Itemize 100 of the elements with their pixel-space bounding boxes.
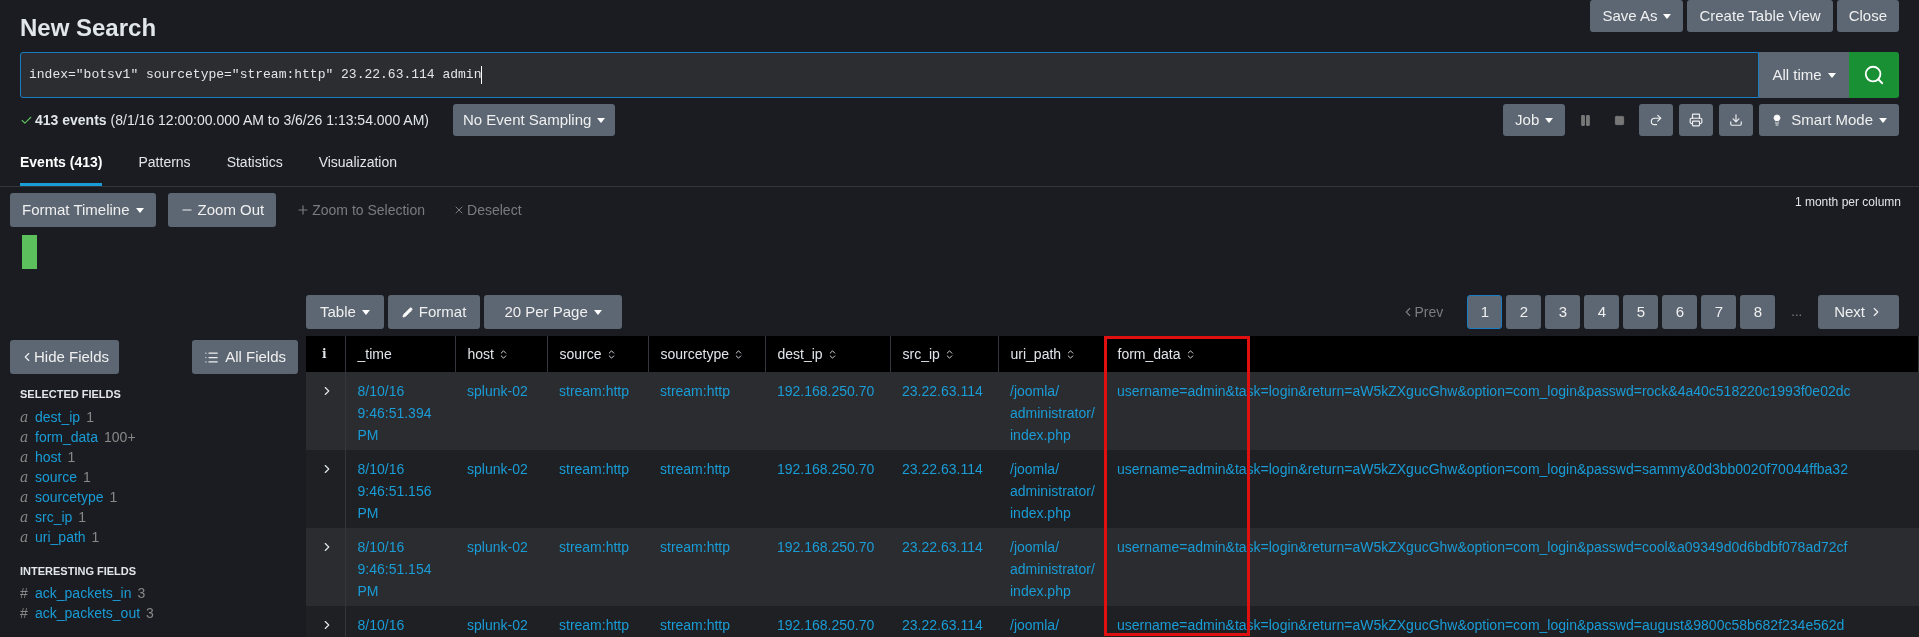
table-cell-text: stream:http — [559, 382, 631, 401]
table-cell-text: 8/10/16 9:46:51.156 PM — [357, 460, 433, 523]
field-type-icon: a — [20, 526, 29, 548]
format-button[interactable]: Format — [387, 295, 481, 329]
table-cell-text: splunk-02 — [467, 538, 529, 557]
caret-icon — [1545, 117, 1554, 123]
prev-page-button[interactable]: Prev — [1400, 301, 1444, 323]
field-count: 100+ — [104, 427, 136, 447]
field-count: 1 — [86, 407, 94, 427]
table-cell-text: 192.168.250.70 — [777, 460, 876, 479]
page-title: New Search — [20, 13, 157, 43]
time-range-text: (8/1/16 12:00:00.000 AM to 3/6/26 1:13:54.000 AM) — [110, 110, 429, 130]
field-type-icon: a — [20, 426, 29, 448]
tab[interactable]: Patterns — [138, 148, 191, 186]
header-button[interactable]: Create Table View — [1687, 0, 1833, 32]
field-count: 1 — [78, 507, 87, 527]
page-button[interactable]: 7 — [1701, 295, 1737, 329]
pencil-icon — [401, 306, 413, 318]
page-button[interactable]: 6 — [1662, 295, 1698, 329]
table-cell-text: 23.22.63.114 — [902, 538, 984, 557]
per-page-dropdown[interactable]: 20 Per Page — [484, 295, 622, 329]
table-cell-text: 23.22.63.114 — [902, 616, 984, 635]
field-link[interactable]: host — [35, 446, 62, 468]
table-cell-text: splunk-02 — [467, 616, 529, 635]
column-header[interactable]: _time — [345, 343, 404, 365]
sampling-dropdown[interactable]: No Event Sampling — [452, 104, 616, 136]
column-header[interactable]: sourcetype — [648, 343, 756, 365]
field-link[interactable]: source — [35, 466, 78, 488]
field-count: 1 — [109, 487, 118, 507]
timeline-bar — [22, 235, 37, 269]
field-link[interactable]: sourcetype — [35, 486, 104, 508]
header-button[interactable]: Save As — [1590, 0, 1684, 32]
timeline-scale-label: 1 month per column — [1794, 194, 1901, 211]
field-link[interactable]: dest_ip — [35, 406, 81, 428]
page-button[interactable]: 2 — [1506, 295, 1542, 329]
column-header[interactable]: src_ip — [890, 343, 967, 365]
page-button[interactable]: 5 — [1623, 295, 1659, 329]
table-cell-text: 192.168.250.70 — [777, 382, 876, 401]
hide-fields-button[interactable]: Hide Fields — [10, 340, 120, 374]
share-button[interactable] — [1639, 104, 1674, 136]
page-button[interactable]: 3 — [1545, 295, 1581, 329]
format-timeline-button[interactable]: Format Timeline — [10, 193, 156, 227]
search-field[interactable]: index="botsv1" sourcetype="stream:http" 23.22.63.114 admin — [20, 52, 1759, 98]
job-dropdown[interactable]: Job — [1503, 104, 1566, 136]
sort-icon — [733, 348, 744, 360]
deselect-button[interactable]: Deselect — [445, 199, 530, 221]
page-button[interactable]: 1 — [1467, 295, 1503, 329]
column-header[interactable]: host — [455, 343, 521, 365]
pause-icon[interactable] — [1579, 113, 1593, 127]
zoom-out-button[interactable]: Zoom Out — [167, 193, 277, 227]
field-link[interactable]: uri_path — [35, 526, 86, 548]
field-count: 1 — [83, 467, 91, 487]
column-header[interactable]: uri_path — [998, 343, 1089, 365]
table-cell-text: 23.22.63.114 — [902, 460, 984, 479]
zoom-to-selection-button[interactable]: Zoom to Selection — [288, 199, 434, 221]
column-header[interactable]: source — [547, 343, 629, 365]
caret-icon — [1879, 117, 1887, 123]
printer-icon — [1689, 113, 1704, 127]
table-view-dropdown[interactable]: Table — [306, 295, 384, 329]
section-heading: SELECTED FIELDS — [20, 387, 122, 402]
field-count: 3 — [146, 604, 154, 623]
field-type-icon: # — [20, 583, 29, 604]
field-count: 3 — [137, 584, 146, 603]
table-cell-text: stream:http — [559, 538, 631, 557]
tab[interactable]: Visualization — [318, 148, 397, 186]
page-button[interactable]: 4 — [1584, 295, 1620, 329]
column-header[interactable]: form_data — [1105, 343, 1208, 365]
tab[interactable]: Events (413) — [20, 148, 103, 186]
table-cell-text: splunk-02 — [467, 460, 529, 479]
search-button[interactable] — [1849, 52, 1899, 98]
stop-icon[interactable] — [1614, 114, 1626, 126]
field-link[interactable]: ack_packets_out — [35, 603, 141, 624]
caret-icon — [135, 207, 144, 213]
tab[interactable]: Statistics — [226, 148, 283, 186]
caret-icon — [1827, 72, 1836, 78]
search-mode-dropdown[interactable]: Smart Mode — [1759, 104, 1899, 136]
list-icon — [204, 349, 220, 365]
field-type-icon: a — [20, 446, 29, 468]
all-fields-button[interactable]: All Fields — [192, 340, 298, 374]
next-page-button[interactable]: Next — [1818, 295, 1899, 329]
table-cell-text: stream:http — [660, 460, 732, 479]
time-range-picker[interactable]: All time — [1759, 52, 1849, 98]
table-cell-text: 192.168.250.70 — [777, 538, 876, 557]
table-cell-text: stream:http — [559, 616, 631, 635]
field-link[interactable]: src_ip — [35, 506, 73, 528]
print-button[interactable] — [1679, 104, 1714, 136]
export-button[interactable] — [1719, 104, 1754, 136]
table-cell-text: /joomla/ administrator/ index.php — [1010, 538, 1093, 601]
field-count: 1 — [91, 527, 100, 547]
table-cell-text: /joomla/ — [1010, 616, 1061, 635]
field-link[interactable]: form_data — [35, 426, 99, 448]
table-cell-text: stream:http — [660, 538, 732, 557]
header-button[interactable]: Close — [1836, 0, 1899, 32]
event-count: 413 events — [35, 110, 107, 130]
caret-icon — [361, 309, 370, 315]
table-cell-text: splunk-02 — [467, 382, 529, 401]
page-button[interactable]: 8 — [1740, 295, 1776, 329]
field-link[interactable]: ack_packets_in — [35, 583, 132, 604]
lightbulb-icon — [1771, 114, 1784, 126]
column-header[interactable]: dest_ip — [765, 343, 850, 365]
